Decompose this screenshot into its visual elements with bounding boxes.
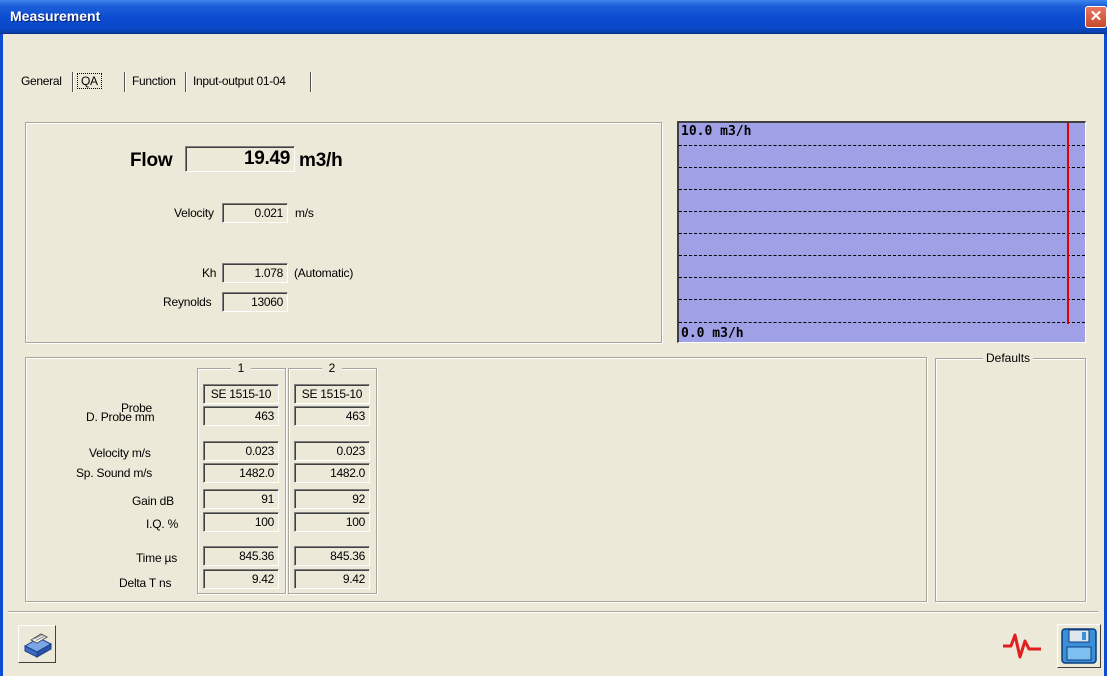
probe-2-delta-t-field: 9.42 bbox=[294, 569, 370, 589]
tab-divider bbox=[124, 72, 126, 92]
probe-row-label: I.Q. % bbox=[146, 517, 179, 531]
probe-1-velocity-field: 0.023 bbox=[203, 441, 279, 461]
probe-1-sound-speed-field: 1482.0 bbox=[203, 463, 279, 483]
flow-trend-chart: 10.0 m3/h 0.0 m3/h bbox=[677, 121, 1086, 343]
save-button[interactable] bbox=[1057, 624, 1101, 668]
flow-unit: m3/h bbox=[299, 150, 343, 171]
tab-label: Input-output 01-04 bbox=[193, 74, 286, 88]
flow-label: Flow bbox=[130, 150, 173, 171]
defaults-title: Defaults bbox=[983, 351, 1034, 365]
probe-row-label: D. Probe mm bbox=[86, 410, 155, 424]
probe-2-gain-field: 92 bbox=[294, 489, 370, 509]
trend-gridline bbox=[679, 145, 1085, 146]
probe-row-label: Delta T ns bbox=[119, 576, 172, 590]
probe-2-velocity-field: 0.023 bbox=[294, 441, 370, 461]
probe-1-model-field: SE 1515-10 bbox=[203, 384, 279, 404]
trend-min-label: 0.0 m3/h bbox=[681, 326, 744, 341]
velocity-label: Velocity bbox=[174, 206, 214, 220]
probe-1-gain-field: 91 bbox=[203, 489, 279, 509]
probe-1-iq-field: 100 bbox=[203, 512, 279, 532]
probe-2-model-field: SE 1515-10 bbox=[294, 384, 370, 404]
probe-row-label: Sp. Sound m/s bbox=[76, 466, 153, 480]
trend-max-label: 10.0 m3/h bbox=[681, 124, 752, 139]
trend-gridline bbox=[679, 277, 1085, 278]
probe-row-label: Time µs bbox=[136, 551, 178, 565]
probe-2-time-field: 845.36 bbox=[294, 546, 370, 566]
trend-gridline bbox=[679, 233, 1085, 234]
probe-2-diameter-field: 463 bbox=[294, 406, 370, 426]
trend-gridline bbox=[679, 167, 1085, 168]
waveform-icon bbox=[1003, 633, 1041, 659]
trend-gridline bbox=[679, 299, 1085, 300]
probe-2-header: 2 bbox=[322, 361, 342, 375]
velocity-unit: m/s bbox=[295, 206, 314, 220]
probe-1-diameter-field: 463 bbox=[203, 406, 279, 426]
toolbar-separator bbox=[8, 611, 1098, 613]
printer-icon bbox=[23, 633, 53, 658]
tab-label: General bbox=[21, 74, 62, 88]
probe-1-header: 1 bbox=[231, 361, 251, 375]
flow-summary-group bbox=[25, 122, 662, 343]
reynolds-label: Reynolds bbox=[163, 295, 212, 309]
probe-details-group bbox=[25, 357, 927, 602]
trend-gridline bbox=[679, 189, 1085, 190]
kh-label: Kh bbox=[202, 266, 217, 280]
kh-mode-note: (Automatic) bbox=[294, 266, 354, 280]
trend-gridline bbox=[679, 322, 1085, 323]
probe-1-time-field: 845.36 bbox=[203, 546, 279, 566]
floppy-disk-icon bbox=[1061, 628, 1097, 664]
probe-1-delta-t-field: 9.42 bbox=[203, 569, 279, 589]
defaults-group bbox=[935, 358, 1086, 602]
probe-2-sound-speed-field: 1482.0 bbox=[294, 463, 370, 483]
trend-gridline bbox=[679, 255, 1085, 256]
tab-qa[interactable]: QA bbox=[76, 72, 103, 92]
close-button[interactable]: ✕ bbox=[1085, 6, 1107, 28]
tab-function[interactable]: Function bbox=[131, 72, 177, 92]
tab-input-output[interactable]: Input-output 01-04 bbox=[192, 72, 287, 92]
probe-row-label: Gain dB bbox=[132, 494, 174, 508]
kh-value-field: 1.078 bbox=[222, 263, 288, 283]
window-title: Measurement bbox=[10, 8, 101, 24]
tab-divider bbox=[310, 72, 312, 92]
tab-divider bbox=[72, 72, 74, 92]
tab-general[interactable]: General bbox=[20, 72, 63, 92]
print-button[interactable] bbox=[18, 625, 56, 663]
reynolds-value-field: 13060 bbox=[222, 292, 288, 312]
velocity-value-field: 0.021 bbox=[222, 203, 288, 223]
title-bar: Measurement ✕ bbox=[0, 0, 1107, 34]
flow-value-field: 19.49 bbox=[185, 146, 295, 172]
trend-time-marker bbox=[1067, 123, 1069, 324]
trend-gridline bbox=[679, 211, 1085, 212]
probe-2-iq-field: 100 bbox=[294, 512, 370, 532]
tab-label: QA bbox=[77, 73, 102, 89]
tab-divider bbox=[185, 72, 187, 92]
waveform-button[interactable] bbox=[1001, 629, 1043, 661]
tab-label: Function bbox=[132, 74, 176, 88]
probe-row-label: Velocity m/s bbox=[89, 446, 151, 460]
